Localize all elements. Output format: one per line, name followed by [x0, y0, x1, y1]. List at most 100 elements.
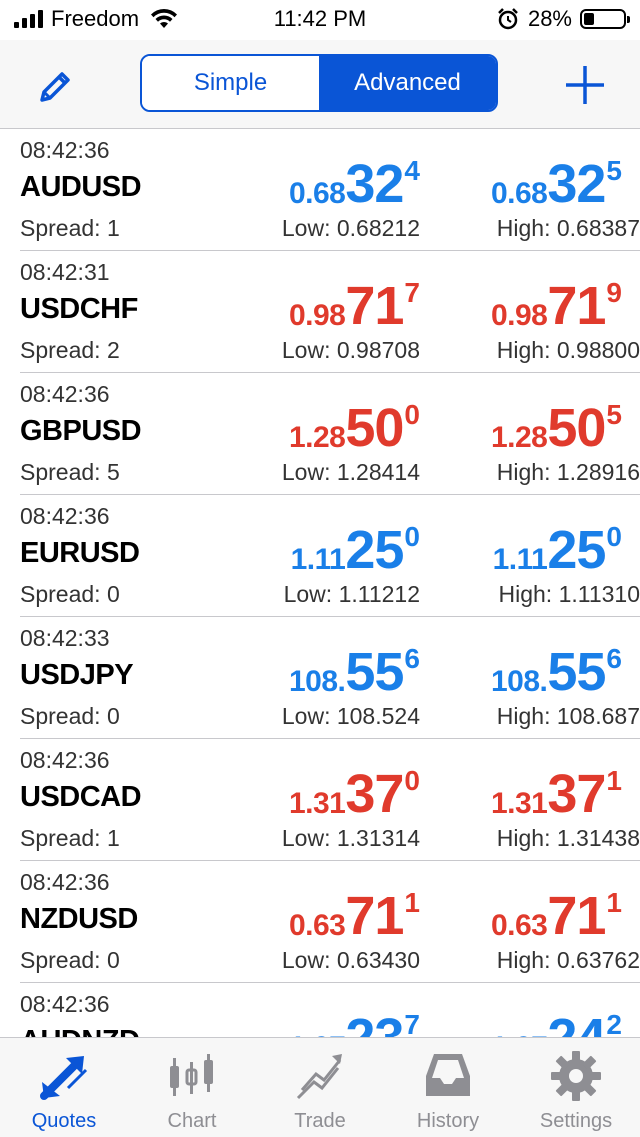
bid-price: 0.63 71 1 [289, 883, 420, 947]
tab-label: History [416, 1110, 480, 1132]
bid-price: 0.98 71 7 [289, 273, 420, 337]
alarm-icon [498, 8, 518, 30]
ask-price-prefix: 0.68 [490, 177, 548, 210]
quote-high: High: 0.68387 [496, 215, 640, 241]
quote-low: Low: 0.98708 [281, 337, 420, 363]
ask-price: 108. 55 6 [491, 639, 622, 703]
ask-price-fraction: 2 [606, 1009, 622, 1037]
quotes-icon [40, 1056, 88, 1100]
bid-price: 1.07237 [289, 1005, 420, 1037]
tab-label: Settings [539, 1110, 613, 1132]
ask-price: 1.31 37 1 [491, 761, 622, 825]
ask-price-fraction: 1 [606, 765, 622, 796]
status-right: 28% [496, 6, 630, 32]
tab-history[interactable]: History [384, 1038, 512, 1137]
bid-price-pips: 37 [345, 764, 404, 824]
bid-price-fraction: 0 [404, 765, 420, 796]
bid-price-prefix: 0.98 [288, 299, 346, 332]
nav-bar: Simple Advanced [0, 40, 640, 129]
add-icon[interactable] [562, 62, 608, 108]
quote-symbol: USDCHF [20, 293, 138, 325]
battery-icon [580, 9, 630, 29]
tab-quotes[interactable]: Quotes [0, 1038, 128, 1137]
ask-price-fraction: 5 [606, 155, 622, 186]
bid-price-prefix: 108. [288, 665, 346, 698]
quote-time: 08:42:36 [20, 381, 110, 407]
quote-row[interactable]: 08:42:36 AUDNZD 1.07237 1.07242 [20, 983, 640, 1037]
ask-price: 0.98 71 9 [491, 273, 622, 337]
ask-price-prefix: 0.63 [490, 909, 548, 942]
bid-price-fraction: 4 [404, 155, 420, 186]
ask-price-prefix: 0.98 [490, 299, 548, 332]
bid-price: 1.28 50 0 [289, 395, 420, 459]
quote-row[interactable]: 08:42:36 USDCAD Spread: 1 1.31 37 0 1.31 37 1 Low… [20, 739, 640, 861]
quote-spread: Spread: 0 [20, 581, 120, 607]
ask-price: 1.07242 [491, 1005, 622, 1037]
quote-row[interactable]: 08:42:36 NZDUSD Spread: 0 0.63 71 1 0.63 71 1 Low… [20, 861, 640, 983]
bid-price-prefix: 1.31 [288, 787, 346, 820]
ask-price-pips: 55 [547, 642, 606, 702]
quote-high: High: 1.31438 [496, 825, 640, 851]
quote-spread: Spread: 0 [20, 703, 120, 729]
quote-low: Low: 1.11212 [283, 581, 420, 607]
tab-settings[interactable]: Settings [512, 1038, 640, 1137]
tab-label: Chart [167, 1110, 217, 1132]
status-bar: Freedom 11:42 PM 28% [0, 0, 640, 40]
bid-price-fraction: 7 [404, 277, 420, 308]
segment-advanced[interactable]: Advanced [319, 56, 496, 110]
bid-price: 0.68 32 4 [289, 151, 420, 215]
battery-percent: 28% [527, 6, 572, 31]
quote-spread: Spread: 1 [20, 825, 120, 851]
trade-icon [296, 1054, 342, 1100]
ask-price-pips: 37 [547, 764, 606, 824]
quote-spread: Spread: 0 [20, 947, 120, 973]
bid-price-pips: 71 [345, 276, 404, 336]
quote-symbol: AUDUSD [20, 171, 142, 203]
segment-simple[interactable]: Simple [142, 56, 319, 110]
quote-row[interactable]: 08:42:36 AUDUSD Spread: 1 0.68 32 4 0.68 32 5 Low… [20, 129, 640, 251]
quote-time: 08:42:36 [20, 747, 110, 773]
bid-price-fraction: 1 [404, 887, 420, 918]
quote-time: 08:42:33 [20, 625, 110, 651]
quote-time: 08:42:31 [20, 259, 110, 285]
quote-low: Low: 1.31314 [281, 825, 420, 851]
ask-price-fraction: 1 [606, 887, 622, 918]
bid-price: 1.31 37 0 [289, 761, 420, 825]
quote-symbol: NZDUSD [20, 903, 138, 935]
quote-symbol: USDCAD [20, 781, 142, 813]
bid-price: 1.11 25 0 [291, 517, 420, 581]
quote-row[interactable]: 08:42:33 USDJPY Spread: 0 108. 55 6 108. 55 6 Low… [20, 617, 640, 739]
bid-price-pips: 23 [345, 1007, 404, 1037]
edit-icon[interactable] [34, 64, 78, 108]
tab-trade[interactable]: Trade [256, 1038, 384, 1137]
quote-spread: Spread: 5 [20, 459, 120, 485]
ask-price: 0.68 32 5 [491, 151, 622, 215]
quote-high: High: 0.98800 [496, 337, 640, 363]
quote-symbol: EURUSD [20, 537, 140, 569]
quote-list[interactable]: 08:42:36 AUDUSD Spread: 1 0.68 32 4 0.68 32 5 Low… [0, 129, 640, 1037]
ask-price-fraction: 0 [606, 521, 622, 552]
ask-price-pips: 71 [547, 886, 606, 946]
ask-price-pips: 25 [547, 520, 606, 580]
ask-price-pips: 50 [547, 398, 606, 458]
bid-price: 108. 55 6 [289, 639, 420, 703]
bid-price-fraction: 7 [404, 1009, 420, 1037]
ask-price: 1.11 25 0 [493, 517, 622, 581]
quote-row[interactable]: 08:42:36 EURUSD Spread: 0 1.11 25 0 1.11 25 0 Low… [20, 495, 640, 617]
bid-price-prefix: 0.63 [288, 909, 346, 942]
ask-price-prefix: 108. [490, 665, 548, 698]
quote-low: Low: 0.63430 [281, 947, 420, 973]
quote-time: 08:42:36 [20, 869, 110, 895]
bid-price-prefix: 1.11 [290, 543, 346, 576]
ask-price-fraction: 9 [606, 277, 622, 308]
quote-row[interactable]: 08:42:31 USDCHF Spread: 2 0.98 71 7 0.98 71 9 Low… [20, 251, 640, 373]
ask-price-prefix: 1.31 [490, 787, 548, 820]
ask-price: 0.63 71 1 [491, 883, 622, 947]
mode-segmented-control: Simple Advanced [140, 54, 498, 112]
bid-price-fraction: 6 [404, 643, 420, 674]
quote-symbol: USDJPY [20, 659, 134, 691]
tab-chart[interactable]: Chart [128, 1038, 256, 1137]
bid-price-pips: 32 [345, 154, 404, 214]
quote-row[interactable]: 08:42:36 GBPUSD Spread: 5 1.28 50 0 1.28 50 5 Low… [20, 373, 640, 495]
quote-time: 08:42:36 [20, 991, 110, 1017]
